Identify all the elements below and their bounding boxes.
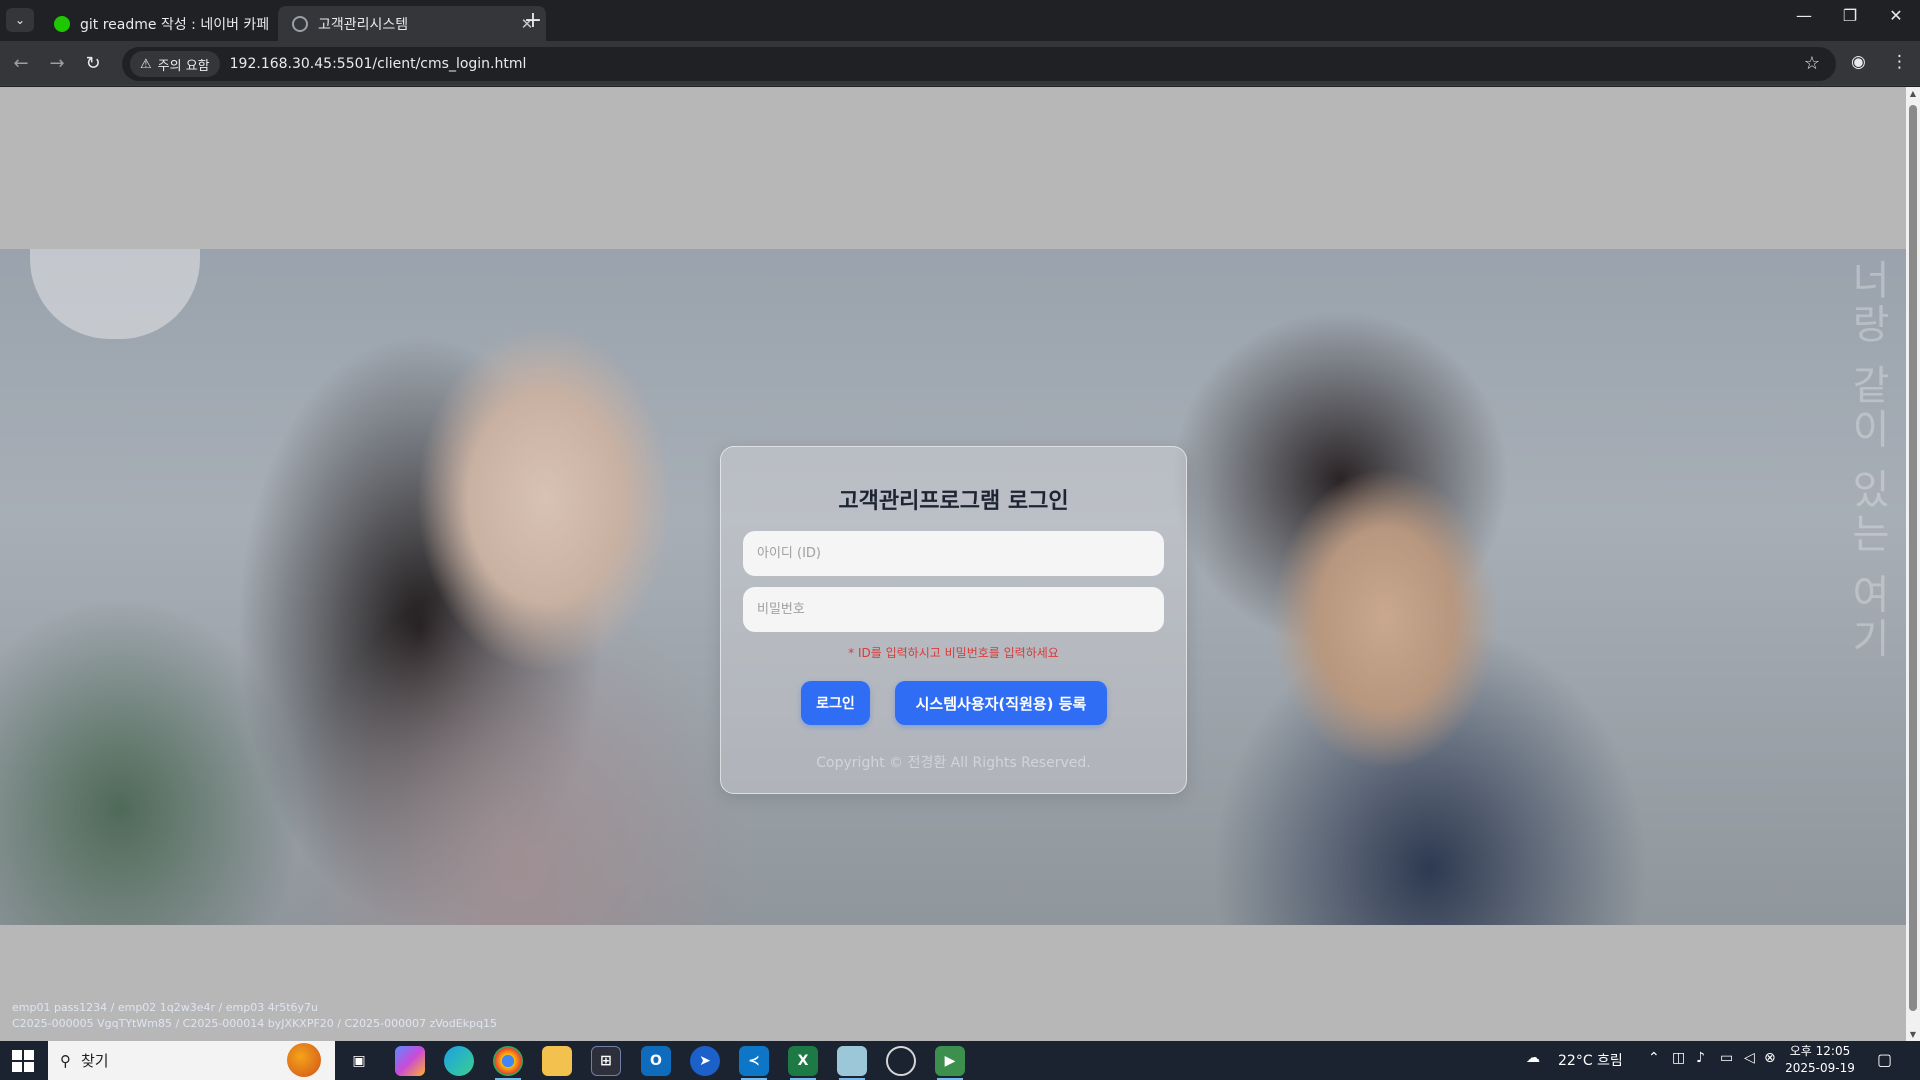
menu-icon[interactable]: ⋮ [1891, 52, 1908, 72]
new-tab-button[interactable]: + [520, 8, 546, 33]
copyright-text: Copyright © 전경환 All Rights Reserved. [816, 755, 1091, 771]
windows-start-icon[interactable] [12, 1050, 34, 1072]
page-viewport: 너랑 같이 있는 여기 고객관리프로그램 로그인 * ID를 입력하시고 비밀번… [0, 87, 1906, 1041]
notification-icon[interactable]: ▢ [1877, 1050, 1892, 1069]
forward-icon[interactable]: → [44, 51, 70, 77]
file-explorer-icon[interactable] [542, 1046, 572, 1076]
chrome-icon[interactable] [493, 1046, 523, 1080]
clock-date: 2025-09-19 [1785, 1061, 1855, 1075]
edge-icon[interactable] [444, 1046, 474, 1076]
media-app-icon[interactable]: ▶ [935, 1046, 965, 1080]
scroll-up-icon[interactable]: ▲ [1906, 89, 1920, 98]
hero-vertical-text: 너랑 같이 있는 여기 [1844, 259, 1890, 662]
tab-title: git readme 작성 : 네이버 카페 [80, 16, 270, 33]
naver-cafe-icon [54, 15, 70, 32]
security-warning-chip[interactable]: ⚠ 주의 요함 [130, 51, 220, 77]
login-hint: * ID를 입력하시고 비밀번호를 입력하세요 [848, 646, 1059, 660]
chevron-down-icon: ⌄ [14, 13, 26, 27]
tab-cms[interactable]: 고객관리시스템 ✕ [278, 6, 546, 41]
hero-decoration [30, 249, 200, 339]
tab-search-button[interactable]: ⌄ [6, 8, 34, 32]
credentials-line-1: emp01 pass1234 / emp02 1q2w3e4r / emp03 … [12, 1001, 319, 1014]
profile-icon[interactable]: ◉ [1851, 52, 1866, 72]
minimize-icon[interactable]: — [1784, 6, 1824, 25]
network-icon[interactable]: ▭ [1720, 1050, 1733, 1066]
outlook-icon[interactable]: O [641, 1046, 671, 1076]
login-card: 고객관리프로그램 로그인 * ID를 입력하시고 비밀번호를 입력하세요 로그인… [720, 446, 1187, 794]
search-highlight-icon [287, 1043, 321, 1077]
taskbar-search[interactable]: ⚲ 찾기 [48, 1041, 335, 1080]
status-icon[interactable]: ⊗ [1764, 1050, 1776, 1066]
url-path: :5501/client/cms_login.html [332, 56, 527, 72]
globe-icon [292, 15, 308, 32]
weather-icon[interactable]: ☁ [1526, 1050, 1540, 1066]
bookmark-star-icon[interactable]: ☆ [1804, 53, 1820, 74]
back-icon[interactable]: ← [8, 51, 34, 77]
address-bar[interactable]: ⚠ 주의 요함 192.168.30.45:5501/client/cms_lo… [122, 47, 1836, 81]
restore-icon[interactable]: ❐ [1830, 6, 1870, 25]
scroll-down-icon[interactable]: ▼ [1906, 1030, 1920, 1039]
password-input[interactable] [743, 587, 1164, 632]
page-scrollbar[interactable]: ▲ ▼ [1906, 87, 1920, 1041]
scroll-thumb[interactable] [1909, 105, 1917, 1011]
taskbar-clock[interactable]: 오후 12:05 2025-09-19 [1780, 1043, 1860, 1077]
microphone-icon[interactable]: ♪ [1696, 1050, 1705, 1066]
url-host: 192.168.30.45 [229, 56, 333, 72]
excel-icon[interactable]: X [788, 1046, 818, 1080]
close-window-icon[interactable]: ✕ [1876, 6, 1916, 25]
vscode-icon[interactable]: ≺ [739, 1046, 769, 1080]
clock-time: 오후 12:05 [1789, 1044, 1851, 1058]
store-icon[interactable]: ⊞ [591, 1046, 621, 1076]
login-title: 고객관리프로그램 로그인 [838, 489, 1069, 514]
pinned-app-icon[interactable]: ➤ [690, 1046, 720, 1076]
task-view-icon[interactable]: ▣ [344, 1046, 374, 1076]
tab-title: 고객관리시스템 [318, 16, 409, 33]
browser-tab-bar: ⌄ git readme 작성 : 네이버 카페 ✕ 고객관리시스템 ✕ + —… [0, 0, 1920, 41]
test-credentials: emp01 pass1234 / emp02 1q2w3e4r / emp03 … [12, 1000, 497, 1032]
browser-toolbar: ← → ↻ ⚠ 주의 요함 192.168.30.45:5501/client/… [0, 41, 1920, 86]
camera-icon[interactable]: ◫ [1672, 1050, 1685, 1066]
windows-taskbar: ⚲ 찾기 ▣ ⊞ O ➤ ≺ X ▶ ☁ 22°C 흐림 ⌃ ◫ ♪ ▭ ◁ ⊗… [0, 1041, 1920, 1080]
search-icon: ⚲ [60, 1051, 71, 1070]
obs-icon[interactable] [886, 1046, 916, 1076]
chevron-up-icon[interactable]: ⌃ [1648, 1050, 1660, 1066]
weather-text[interactable]: 22°C 흐림 [1558, 1050, 1623, 1070]
warning-icon: ⚠ [140, 56, 152, 72]
security-label: 주의 요함 [157, 58, 210, 74]
register-employee-button[interactable]: 시스템사용자(직원용) 등록 [895, 681, 1107, 725]
copilot-icon[interactable] [395, 1046, 425, 1076]
reload-icon[interactable]: ↻ [80, 51, 106, 77]
tab-naver-cafe[interactable]: git readme 작성 : 네이버 카페 ✕ [40, 6, 308, 41]
credentials-line-2: C2025-000005 VgqTYtWm85 / C2025-000014 b… [12, 1017, 498, 1030]
taskbar-search-label: 찾기 [81, 1052, 109, 1070]
volume-icon[interactable]: ◁ [1744, 1050, 1755, 1066]
notepad-icon[interactable] [837, 1046, 867, 1080]
id-input[interactable] [743, 531, 1164, 576]
login-button[interactable]: 로그인 [801, 681, 870, 725]
